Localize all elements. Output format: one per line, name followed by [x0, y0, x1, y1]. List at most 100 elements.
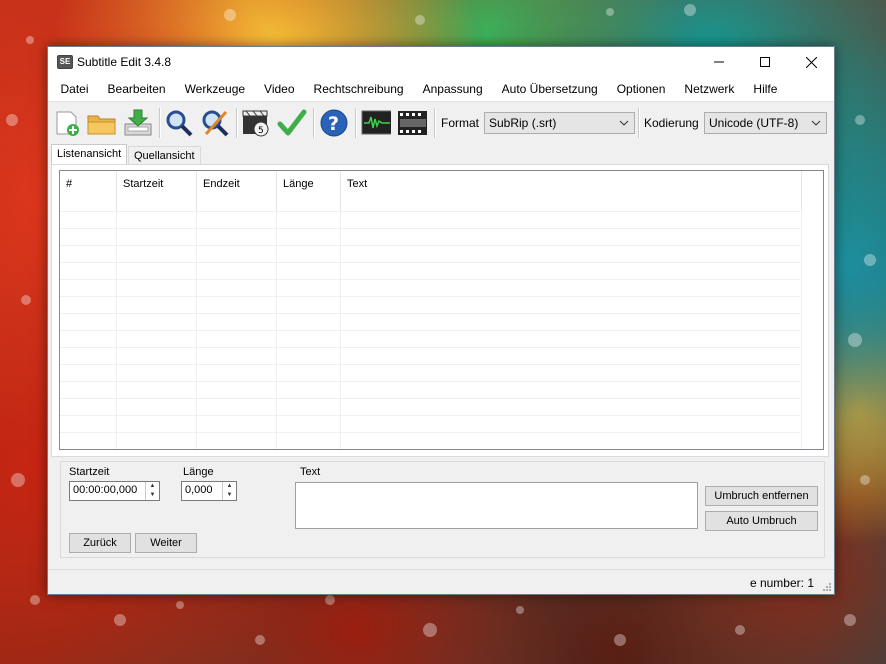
- menu-werkzeuge[interactable]: Werkzeuge: [175, 77, 254, 101]
- menu-rechtschreibung[interactable]: Rechtschreibung: [304, 77, 413, 101]
- open-folder-icon: [87, 115, 116, 135]
- replace-icon: [202, 110, 229, 137]
- toolbar-separator: [159, 108, 161, 138]
- tab-listenansicht[interactable]: Listenansicht: [51, 144, 128, 165]
- menu-auto-uebersetzung[interactable]: Auto Übersetzung: [492, 77, 607, 101]
- toolbar-separator: [638, 108, 640, 138]
- status-bar: e number: 1: [48, 569, 834, 594]
- duration-spinner[interactable]: ▲ ▼: [222, 482, 236, 500]
- grid-row-line: [60, 398, 800, 399]
- remove-line-break-button[interactable]: Umbruch entfernen: [705, 486, 818, 506]
- start-time-value: 00:00:00,000: [73, 484, 138, 496]
- format-value: SubRip (.srt): [489, 116, 557, 130]
- spin-down-icon[interactable]: ▼: [223, 491, 236, 500]
- help-icon: ?: [320, 109, 348, 137]
- grid-row-line: [60, 296, 800, 297]
- menu-datei[interactable]: Datei: [51, 77, 98, 101]
- minimize-button[interactable]: [696, 47, 742, 77]
- menu-optionen[interactable]: Optionen: [607, 77, 675, 101]
- line-editor: Startzeit 00:00:00,000 ▲ ▼ Länge 0,000 ▲…: [60, 461, 825, 558]
- column-header-start[interactable]: Startzeit: [117, 171, 197, 211]
- close-icon: [805, 56, 817, 68]
- duration-label: Länge: [183, 466, 214, 478]
- svg-text:?: ?: [328, 113, 339, 135]
- grid-row-line: [60, 347, 800, 348]
- auto-line-break-button[interactable]: Auto Umbruch: [705, 511, 818, 531]
- subtitle-grid[interactable]: # Startzeit Endzeit Länge Text: [59, 170, 824, 450]
- save-download-icon: [124, 109, 152, 136]
- grid-row-line: [60, 279, 800, 280]
- status-text: e number: 1: [749, 576, 814, 590]
- duration-value: 0,000: [185, 484, 213, 496]
- format-select[interactable]: SubRip (.srt): [484, 112, 635, 134]
- grid-row-line: [60, 330, 800, 331]
- encoding-select[interactable]: Unicode (UTF-8): [704, 112, 827, 134]
- encoding-value: Unicode (UTF-8): [709, 116, 799, 130]
- grid-row-line: [60, 432, 800, 433]
- grid-row-line: [60, 381, 800, 382]
- text-label: Text: [300, 466, 321, 478]
- list-view-panel: # Startzeit Endzeit Länge Text: [51, 164, 829, 457]
- close-button[interactable]: [788, 47, 834, 77]
- video-button[interactable]: [397, 108, 427, 138]
- find-button[interactable]: [164, 108, 194, 138]
- new-file-icon: [56, 111, 79, 136]
- video-icon: [398, 111, 427, 135]
- grid-column-line: [801, 211, 802, 449]
- open-button[interactable]: [87, 108, 117, 138]
- window-title: Subtitle Edit 3.4.8: [77, 55, 172, 69]
- visual-sync-button[interactable]: 5: [241, 108, 271, 138]
- spin-up-icon[interactable]: ▲: [223, 482, 236, 491]
- column-header-text[interactable]: Text: [341, 171, 802, 211]
- waveform-icon: [361, 110, 391, 135]
- grid-row-line: [60, 245, 800, 246]
- subtitle-text-input[interactable]: [295, 482, 698, 529]
- next-button[interactable]: Weiter: [135, 533, 197, 553]
- visual-sync-icon: 5: [242, 110, 269, 137]
- replace-button[interactable]: [200, 108, 230, 138]
- grid-row-line: [60, 313, 800, 314]
- maximize-button[interactable]: [742, 47, 788, 77]
- tab-quellansicht[interactable]: Quellansicht: [128, 146, 201, 165]
- grid-header: # Startzeit Endzeit Länge Text: [60, 171, 823, 211]
- column-header-end[interactable]: Endzeit: [197, 171, 277, 211]
- column-header-number[interactable]: #: [60, 171, 117, 211]
- spell-check-button[interactable]: [277, 108, 307, 138]
- duration-input[interactable]: 0,000 ▲ ▼: [181, 481, 237, 501]
- menu-bearbeiten[interactable]: Bearbeiten: [98, 77, 175, 101]
- encoding-label: Kodierung: [644, 116, 699, 130]
- new-file-button[interactable]: [52, 108, 82, 138]
- find-icon: [166, 110, 193, 137]
- grid-row-line: [60, 415, 800, 416]
- spin-up-icon[interactable]: ▲: [146, 482, 159, 491]
- grid-row-line: [60, 262, 800, 263]
- menu-anpassung[interactable]: Anpassung: [413, 77, 492, 101]
- toolbar-separator: [434, 108, 436, 138]
- grid-row-line: [60, 228, 800, 229]
- app-icon: SE: [57, 55, 73, 69]
- menu-bar: Datei Bearbeiten Werkzeuge Video Rechtsc…: [48, 77, 834, 101]
- title-bar[interactable]: SE Subtitle Edit 3.4.8: [48, 47, 834, 77]
- chevron-down-icon: [619, 120, 629, 126]
- svg-text:5: 5: [258, 126, 264, 136]
- start-time-spinner[interactable]: ▲ ▼: [145, 482, 159, 500]
- start-time-input[interactable]: 00:00:00,000 ▲ ▼: [69, 481, 160, 501]
- format-label: Format: [441, 116, 480, 130]
- waveform-button[interactable]: [361, 108, 391, 138]
- minimize-icon: [714, 61, 724, 63]
- main-window: SE Subtitle Edit 3.4.8 Datei Bearbeiten …: [47, 46, 835, 595]
- column-header-duration[interactable]: Länge: [277, 171, 341, 211]
- previous-button[interactable]: Zurück: [69, 533, 131, 553]
- menu-video[interactable]: Video: [255, 77, 304, 101]
- toolbar-separator: [313, 108, 315, 138]
- menu-hilfe[interactable]: Hilfe: [744, 77, 787, 101]
- maximize-icon: [760, 57, 770, 67]
- toolbar: 5 ? Format SubRip (.srt) Kodierung Unico…: [48, 101, 834, 142]
- menu-netzwerk[interactable]: Netzwerk: [675, 77, 744, 101]
- grid-row-line: [60, 364, 800, 365]
- save-button[interactable]: [123, 108, 153, 138]
- resize-grip-icon[interactable]: [822, 582, 832, 592]
- help-button[interactable]: ?: [319, 108, 349, 138]
- spell-check-icon: [277, 109, 307, 136]
- spin-down-icon[interactable]: ▼: [146, 491, 159, 500]
